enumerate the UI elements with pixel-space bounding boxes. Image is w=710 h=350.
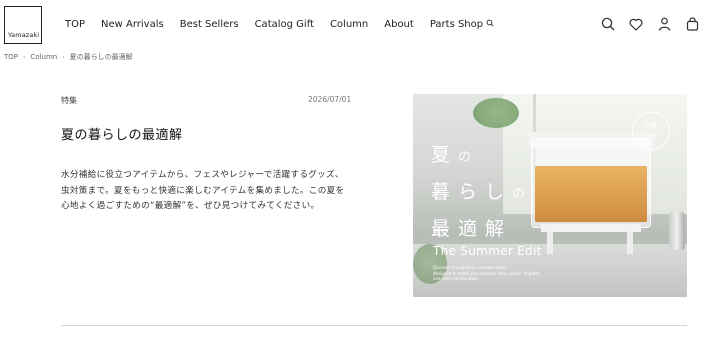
article-title[interactable]: 夏の暮らしの最適解 xyxy=(61,124,183,143)
nav-about[interactable]: About xyxy=(384,19,414,30)
title-char: 夏 xyxy=(431,144,459,166)
title-particle: の xyxy=(458,150,480,165)
article-description: 水分補給に役立つアイテムから、フェスやレジャーで活躍するグッズ、虫対策まで。夏を… xyxy=(61,170,345,211)
logo-text: Yamazaki xyxy=(8,31,40,39)
parts-shop-label: Parts Shop xyxy=(429,19,484,30)
feature-divider xyxy=(433,230,447,231)
nav-top[interactable]: TOP xyxy=(65,19,85,30)
badge-label: 特集 xyxy=(644,122,658,130)
feature-description: Discover thoughtfully selected items des… xyxy=(433,265,553,282)
kettle-decoration xyxy=(669,212,685,250)
nav-column[interactable]: Column xyxy=(330,19,368,30)
feature-subtitle: The Summer Edit xyxy=(433,244,542,258)
search-icon[interactable] xyxy=(600,16,616,32)
nav-catalog-gift[interactable]: Catalog Gift xyxy=(255,19,314,30)
dispenser-stand xyxy=(541,224,641,232)
feature-badge: 特集 July xyxy=(632,112,670,150)
bag-icon[interactable] xyxy=(684,16,700,32)
user-icon[interactable] xyxy=(656,16,672,32)
breadcrumb-column[interactable]: Column xyxy=(30,53,57,61)
header-actions xyxy=(600,16,700,32)
nav-best-sellers[interactable]: Best Sellers xyxy=(180,19,239,30)
title-particle: の xyxy=(512,187,534,202)
breadcrumb-separator: › xyxy=(23,53,26,61)
feature-title-line: 夏の xyxy=(431,138,533,175)
breadcrumb-top[interactable]: TOP xyxy=(4,53,18,61)
badge-month: July xyxy=(645,133,657,140)
breadcrumb-current: 夏の暮らしの最適解 xyxy=(69,53,133,61)
article-category: 特集 xyxy=(61,96,77,105)
feature-desc-line: and more comfortable. xyxy=(433,276,479,281)
feature-image[interactable]: 特集 July 夏の 暮らしの 最適解 The Summer Edit Disc… xyxy=(413,94,687,297)
feature-title-line: 最適解 xyxy=(431,218,513,240)
article-date: 2026/07/01 xyxy=(308,95,352,104)
yamazaki-logo[interactable]: Yamazaki xyxy=(4,6,42,44)
search-small-icon xyxy=(486,19,494,30)
nav-parts-shop[interactable]: Parts Shop xyxy=(430,19,494,30)
heart-icon[interactable] xyxy=(628,16,644,32)
main-nav: TOP New Arrivals Best Sellers Catalog Gi… xyxy=(65,19,510,30)
stand-leg xyxy=(627,230,633,254)
feature-title-line: 暮らしの xyxy=(431,175,533,212)
breadcrumb: TOP › Column › 夏の暮らしの最適解 xyxy=(4,52,133,62)
nav-new-arrivals[interactable]: New Arrivals xyxy=(101,19,164,30)
title-word: 暮らし xyxy=(431,181,513,203)
dispenser-tea xyxy=(535,166,647,222)
breadcrumb-separator: › xyxy=(62,53,65,61)
section-divider xyxy=(61,325,687,326)
stand-leg xyxy=(547,230,553,254)
plant-decoration xyxy=(473,98,519,128)
